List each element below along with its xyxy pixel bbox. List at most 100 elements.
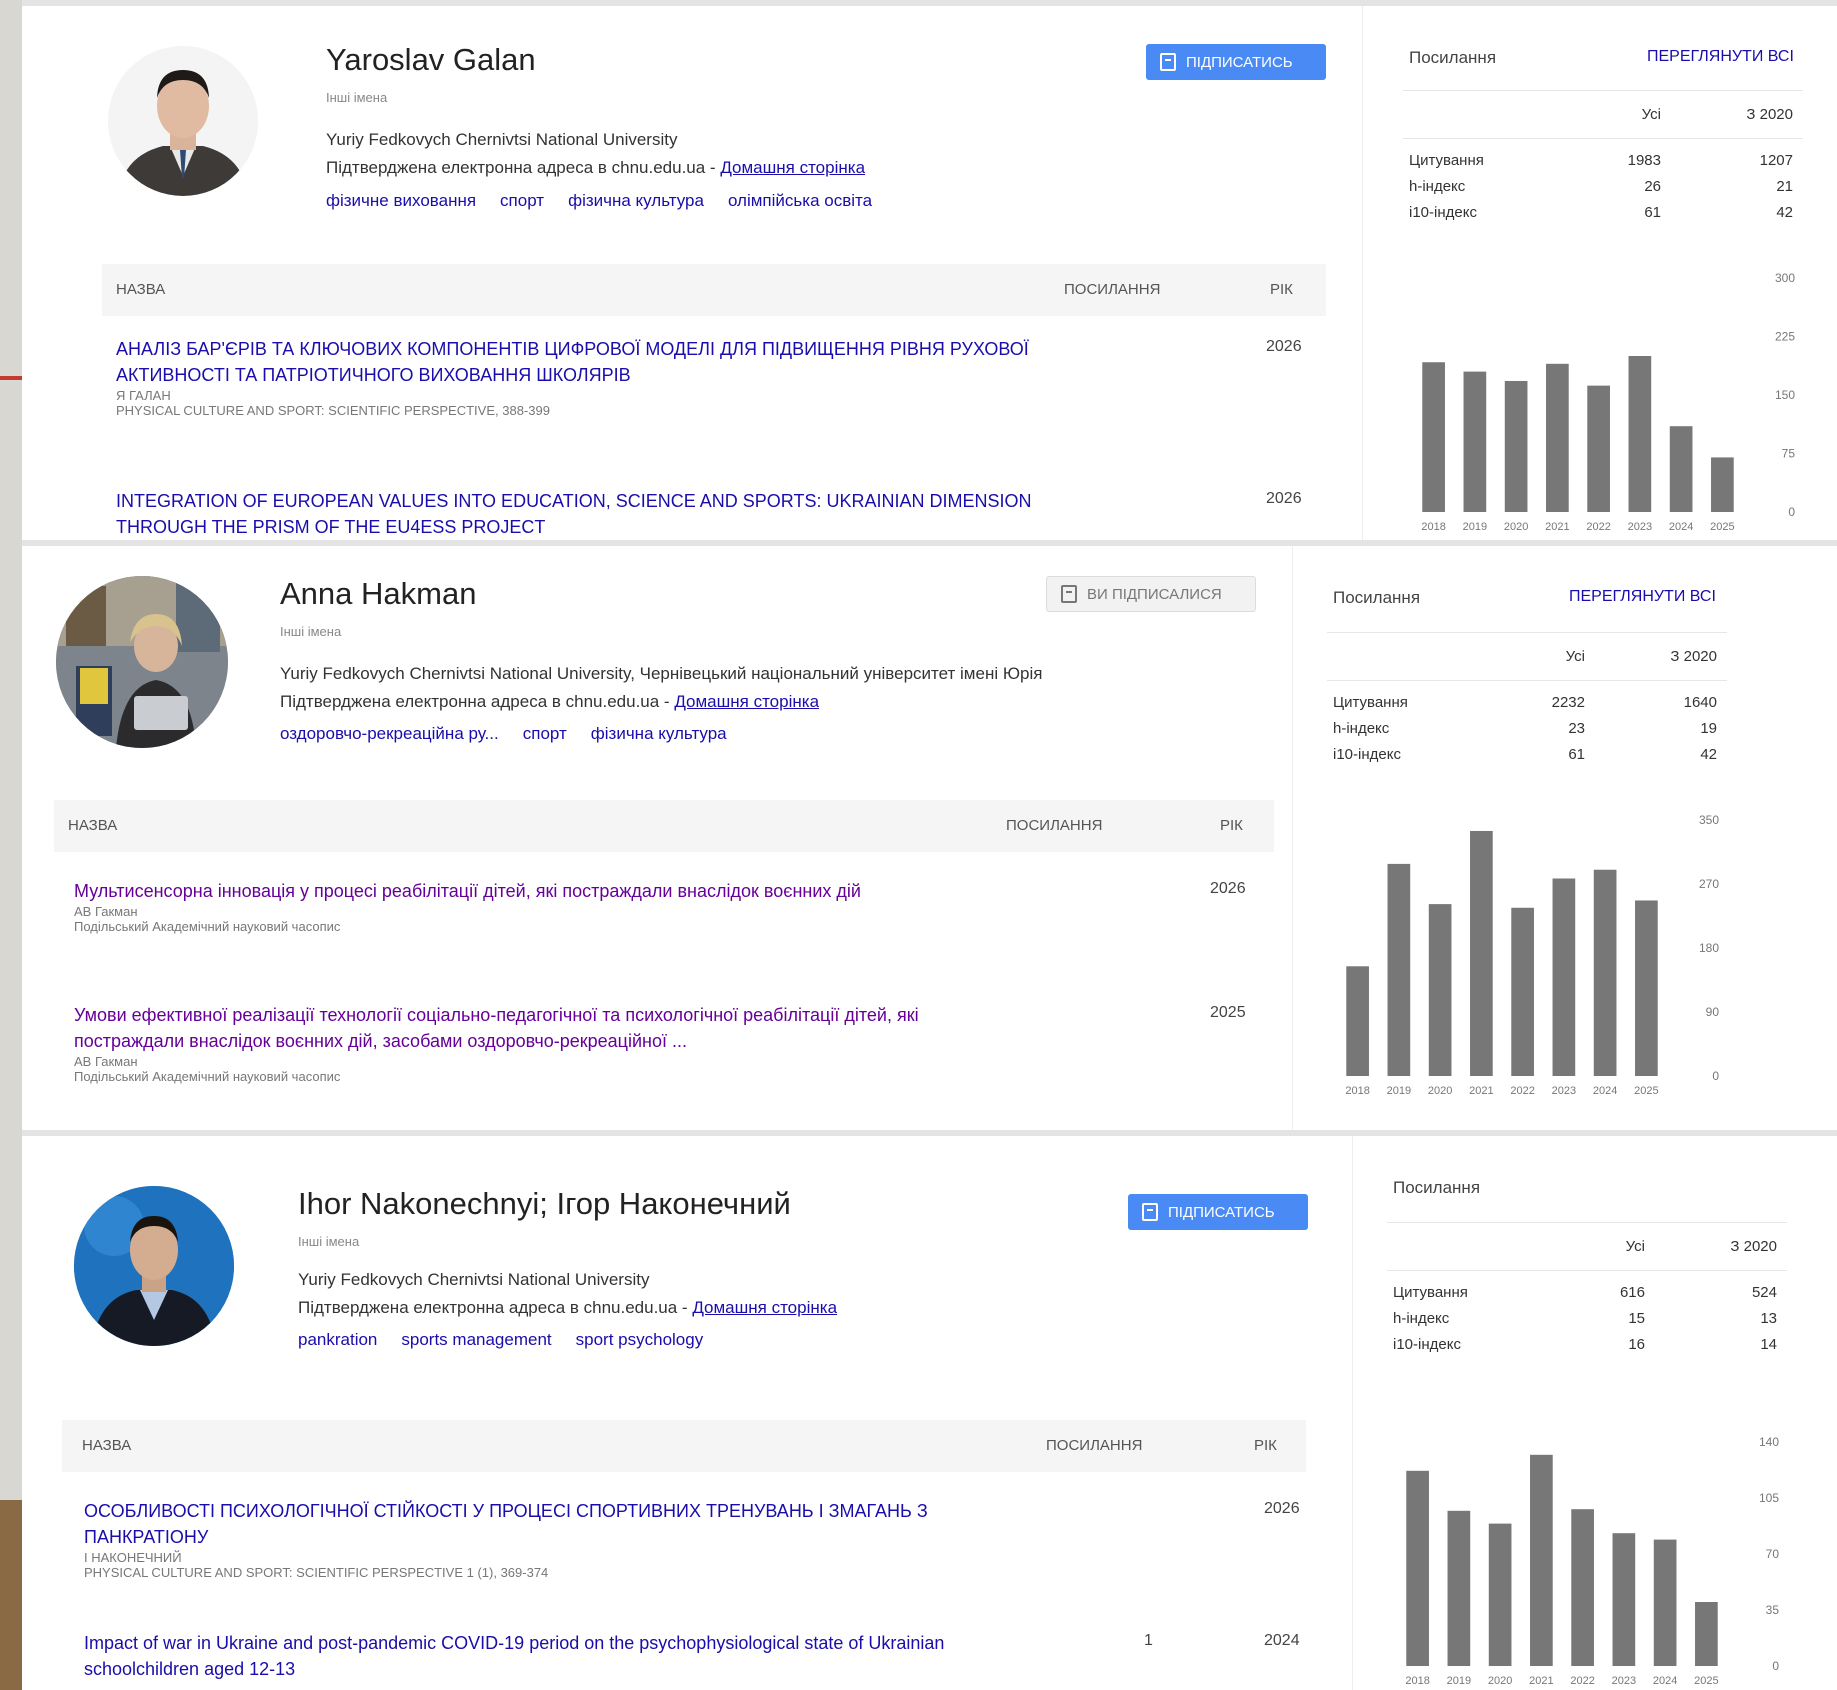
interest-link[interactable]: pankration (298, 1330, 377, 1350)
column-cited[interactable]: ПОСИЛАННЯ (1046, 1437, 1142, 1454)
chart-bar[interactable] (1511, 907, 1534, 1076)
edit-names-link[interactable]: Інші імена (326, 90, 387, 105)
column-cited[interactable]: ПОСИЛАННЯ (1006, 817, 1102, 834)
chart-x-tick-label: 2022 (1570, 1675, 1594, 1687)
chart-bar[interactable] (1447, 1510, 1471, 1666)
divider (1403, 90, 1803, 91)
chart-bar[interactable] (1406, 1470, 1429, 1666)
chart-x-tick-label: 2018 (1405, 1675, 1429, 1687)
view-all-link[interactable]: ПЕРЕГЛЯНУТИ ВСІ (1647, 48, 1794, 66)
chart-bar[interactable] (1546, 363, 1569, 512)
column-title[interactable]: НАЗВА (116, 281, 165, 298)
chart-x-tick-label: 2021 (1529, 1675, 1553, 1687)
affiliation[interactable]: Yuriy Fedkovych Chernivtsi National Univ… (280, 664, 1042, 684)
interest-link[interactable]: олімпійська освіта (728, 191, 872, 211)
homepage-link[interactable]: Домашня сторінка (720, 158, 865, 177)
interest-link[interactable]: оздоровчо-рекреаційна ру... (280, 724, 499, 744)
chart-bar[interactable] (1593, 869, 1617, 1076)
avatar[interactable] (108, 46, 258, 196)
following-button[interactable]: ВИ ПІДПИСАЛИСЯ (1046, 576, 1256, 612)
column-title[interactable]: НАЗВА (82, 1437, 131, 1454)
publication-title-link[interactable]: INTEGRATION OF EUROPEAN VALUES INTO EDUC… (116, 488, 1046, 540)
stat-row: i10-індекс 61 42 (1403, 204, 1803, 228)
chart-x-tick-label: 2023 (1628, 521, 1652, 533)
avatar[interactable] (56, 576, 228, 748)
edit-names-link[interactable]: Інші імена (298, 1234, 359, 1249)
stat-all: 616 (1619, 1284, 1645, 1301)
column-year[interactable]: РІК (1270, 281, 1293, 298)
publication-title-link[interactable]: Мультисенсорна інновація у процесі реабі… (74, 878, 934, 904)
interest-link[interactable]: sport psychology (576, 1330, 704, 1350)
publication-venue: Подільський Академічний науковий часопис (74, 919, 341, 934)
column-since: З 2020 (1746, 106, 1793, 123)
publication-title-link[interactable]: ОСОБЛИВОСТІ ПСИХОЛОГІЧНОЇ СТІЙКОСТІ У ПР… (84, 1498, 1044, 1550)
citations-bar-chart: 2018 2019 2020 2021 2022 2023 2024 2025 0 75 150 22… (1421, 271, 1795, 533)
chart-y-tick-label: 0 (1712, 1069, 1719, 1083)
chart-bar[interactable] (1387, 863, 1411, 1076)
chart-bar[interactable] (1653, 1539, 1677, 1666)
publication-authors: АВ Гакман (74, 904, 138, 919)
chart-y-tick-label: 150 (1775, 388, 1795, 402)
interest-link[interactable]: фізична культура (568, 191, 704, 211)
chart-bar[interactable] (1571, 1509, 1594, 1666)
affiliation[interactable]: Yuriy Fedkovych Chernivtsi National Univ… (298, 1270, 649, 1290)
publication-title-link[interactable]: АНАЛІЗ БАР'ЄРІВ ТА КЛЮЧОВИХ КОМПОНЕНТІВ … (116, 336, 1046, 388)
column-cited[interactable]: ПОСИЛАННЯ (1064, 281, 1160, 298)
divider (1387, 1222, 1787, 1223)
interest-link[interactable]: фізичне виховання (326, 191, 476, 211)
chart-bar[interactable] (1346, 966, 1369, 1076)
interest-link[interactable]: спорт (500, 191, 544, 211)
publication-title-link[interactable]: Умови ефективної реалізації технології с… (74, 1002, 934, 1054)
profile-name: Ihor Nakonechnyi; Ігор Наконечний (298, 1186, 791, 1221)
homepage-link[interactable]: Домашня сторінка (692, 1298, 837, 1317)
publication-cited[interactable]: 1 (1144, 1632, 1153, 1650)
affiliation[interactable]: Yuriy Fedkovych Chernivtsi National Univ… (326, 130, 677, 150)
follow-button[interactable]: ПІДПИСАТИСЬ (1146, 44, 1326, 80)
stat-label: h-індекс (1409, 178, 1466, 195)
chart-bar[interactable] (1635, 900, 1658, 1076)
interest-link[interactable]: спорт (523, 724, 567, 744)
interest-link[interactable]: sports management (401, 1330, 551, 1350)
chart-x-tick-label: 2023 (1552, 1085, 1576, 1097)
chart-bar[interactable] (1504, 380, 1528, 512)
chart-bar[interactable] (1695, 1602, 1718, 1666)
chart-x-tick-label: 2024 (1669, 521, 1693, 533)
chart-bar[interactable] (1669, 426, 1693, 512)
follow-button[interactable]: ПІДПИСАТИСЬ (1128, 1194, 1308, 1230)
citations-heading: Посилання (1409, 48, 1497, 67)
publications-table-header: НАЗВА ПОСИЛАННЯ РІК (102, 264, 1326, 316)
chart-bar[interactable] (1463, 371, 1487, 512)
stat-all: 61 (1568, 746, 1585, 763)
edit-names-link[interactable]: Інші імена (280, 624, 341, 639)
publication-title-link[interactable]: Impact of war in Ukraine and post-pandem… (84, 1630, 1044, 1682)
chart-bar[interactable] (1422, 362, 1445, 512)
column-title[interactable]: НАЗВА (68, 817, 117, 834)
homepage-link[interactable]: Домашня сторінка (674, 692, 819, 711)
view-all-link[interactable]: ПЕРЕГЛЯНУТИ ВСІ (1569, 588, 1716, 606)
stat-label: i10-індекс (1393, 1336, 1461, 1353)
chart-bar[interactable] (1530, 1454, 1553, 1666)
citations-sidebar: Посилання ПЕРЕГЛЯНУТИ ВСІ Усі З 2020 Цит… (1292, 546, 1837, 1130)
chart-bar[interactable] (1470, 830, 1493, 1076)
interest-link[interactable]: фізична культура (591, 724, 727, 744)
stat-all: 2232 (1551, 694, 1585, 711)
chart-x-tick-label: 2021 (1469, 1085, 1493, 1097)
column-year[interactable]: РІК (1254, 1437, 1277, 1454)
chart-x-tick-label: 2018 (1421, 521, 1445, 533)
profile-panel-hakman: Anna Hakman Інші імена Yuriy Fedkovych C… (22, 546, 1837, 1130)
table-row: Мультисенсорна інновація у процесі реабі… (74, 878, 1254, 934)
chart-bar[interactable] (1587, 385, 1610, 512)
table-row: INTEGRATION OF EUROPEAN VALUES INTO EDUC… (116, 488, 1306, 540)
chart-bar[interactable] (1711, 457, 1734, 512)
column-year[interactable]: РІК (1220, 817, 1243, 834)
stat-all: 15 (1628, 1310, 1645, 1327)
chart-bar[interactable] (1628, 356, 1652, 512)
avatar[interactable] (74, 1186, 234, 1346)
profile-name: Yaroslav Galan (326, 42, 536, 77)
chart-x-tick-label: 2023 (1612, 1675, 1636, 1687)
chart-bar[interactable] (1612, 1533, 1636, 1666)
chart-bar[interactable] (1552, 878, 1576, 1076)
chart-bar[interactable] (1428, 904, 1452, 1076)
column-all: Усі (1625, 1238, 1645, 1255)
chart-bar[interactable] (1488, 1523, 1512, 1666)
